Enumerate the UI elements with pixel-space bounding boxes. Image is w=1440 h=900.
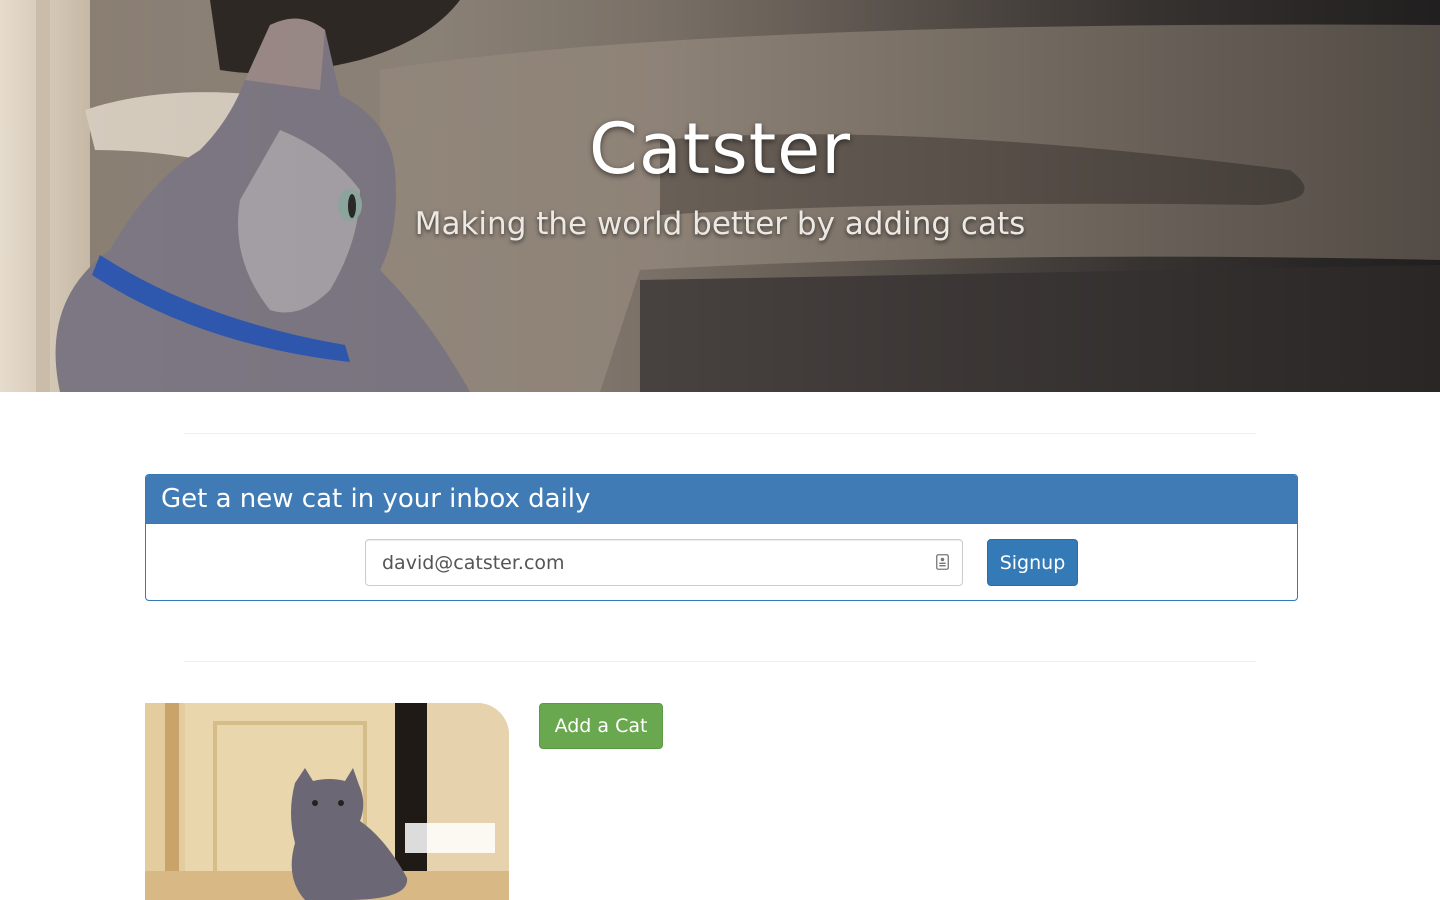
email-input[interactable]	[365, 539, 963, 586]
newsletter-heading: Get a new cat in your inbox daily	[146, 475, 1297, 524]
cat-photo	[145, 703, 509, 900]
newsletter-panel: Get a new cat in your inbox daily Signup	[145, 474, 1298, 601]
hero-banner: Catster Making the world better by addin…	[0, 0, 1440, 392]
site-tagline: Making the world better by adding cats	[414, 206, 1026, 242]
signup-button[interactable]: Signup	[987, 539, 1078, 586]
hero-cat-photo	[0, 0, 1440, 392]
contact-card-icon[interactable]	[936, 554, 949, 570]
add-cat-button[interactable]: Add a Cat	[539, 703, 663, 749]
email-field-wrapper	[365, 539, 963, 586]
cat-image[interactable]	[145, 703, 509, 900]
divider-bottom	[184, 661, 1256, 662]
site-title: Catster	[589, 108, 851, 190]
divider-top	[184, 433, 1256, 434]
